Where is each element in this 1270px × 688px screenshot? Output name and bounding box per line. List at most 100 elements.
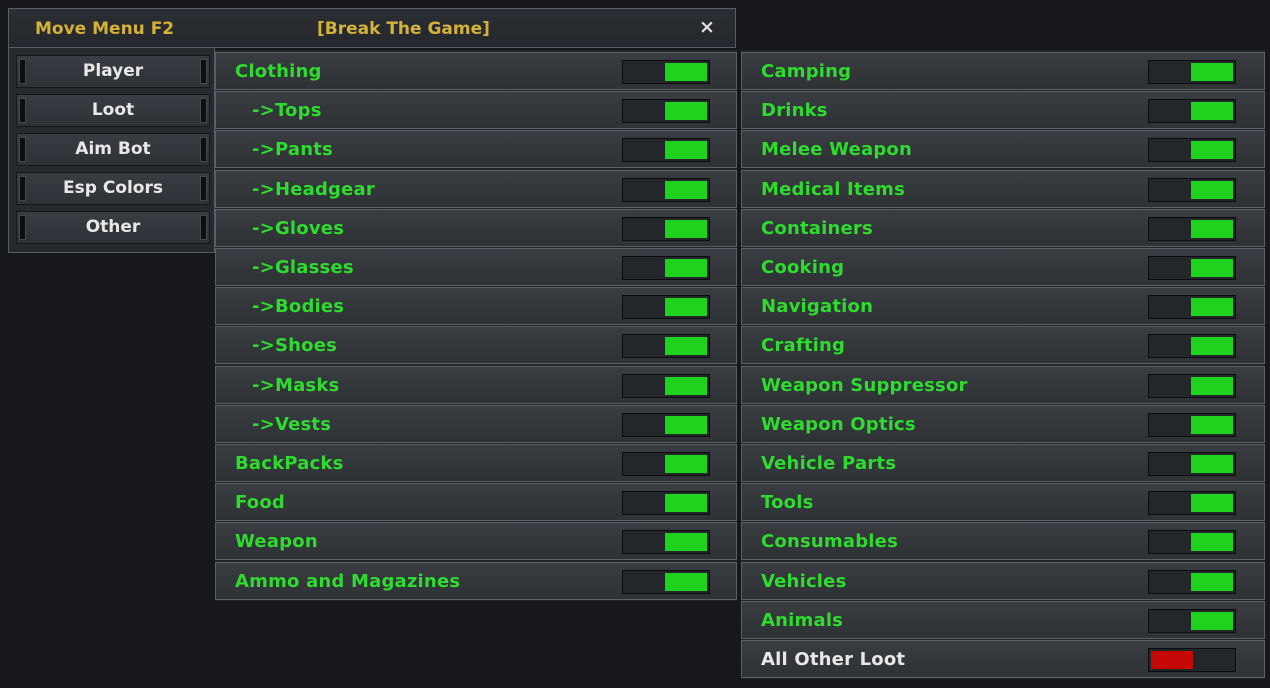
toggle-melee-weapon[interactable] [1148,138,1236,163]
loot-row-label: Crafting [761,335,846,357]
loot-row-label: Weapon Optics [761,413,916,435]
loot-row-label: Food [235,492,285,514]
toggle-knob [665,63,707,81]
toggle-gloves[interactable] [622,216,710,241]
toggle-knob [1191,141,1233,160]
loot-row-gloves: ->Gloves [215,208,737,247]
toggle-pants[interactable] [622,138,710,163]
toggle-containers[interactable] [1148,216,1236,241]
loot-row-bodies: ->Bodies [215,287,737,326]
toggle-crafting[interactable] [1148,334,1236,359]
toggle-knob [665,141,707,160]
loot-row-crafting: Crafting [741,326,1265,365]
toggle-knob [665,533,707,552]
toggle-medical-items[interactable] [1148,177,1236,202]
toggle-shoes[interactable] [622,334,710,359]
loot-row-label: Tools [761,492,814,514]
toggle-knob [1191,533,1233,552]
loot-row-tools: Tools [741,483,1265,522]
toggle-knob [1191,63,1233,81]
toggle-cooking[interactable] [1148,256,1236,280]
toggle-knob [665,415,707,434]
toggle-knob [665,219,707,238]
loot-row-label: Medical Items [761,178,906,200]
toggle-knob [1191,494,1233,513]
toggle-backpacks[interactable] [622,452,710,476]
toggle-clothing[interactable] [622,60,710,84]
close-icon[interactable]: × [699,16,715,38]
toggle-weapon[interactable] [622,530,710,555]
loot-row-label: BackPacks [235,453,344,474]
loot-row-food: Food [215,483,737,522]
toggle-masks[interactable] [622,373,710,398]
loot-row-medical-items: Medical Items [741,169,1265,208]
loot-row-drinks: Drinks [741,91,1265,130]
loot-row-label: ->Bodies [252,296,345,318]
loot-row-label: All Other Loot [761,649,906,670]
toggle-glasses[interactable] [622,256,710,280]
loot-row-tops: ->Tops [215,91,737,130]
loot-row-label: Weapon [235,531,318,553]
loot-row-label: Melee Weapon [761,139,913,161]
window-subtitle: [Break The Game] [317,19,490,39]
loot-row-label: ->Glasses [252,257,354,278]
toggle-vests[interactable] [622,412,710,437]
loot-row-all-other-loot: All Other Loot [741,640,1265,678]
loot-row-clothing: Clothing [215,52,737,90]
toggle-vehicle-parts[interactable] [1148,452,1236,476]
toggle-knob [665,455,707,473]
category-nav: Player Loot Aim Bot Esp Colors Other [8,48,215,253]
toggle-weapon-suppressor[interactable] [1148,373,1236,398]
loot-row-label: ->Vests [252,413,332,435]
toggle-headgear[interactable] [622,177,710,202]
toggle-navigation[interactable] [1148,295,1236,320]
loot-row-vehicle-parts: Vehicle Parts [741,444,1265,482]
toggle-food[interactable] [622,491,710,516]
loot-row-glasses: ->Glasses [215,248,737,286]
loot-row-label: Cooking [761,257,845,278]
loot-row-label: Containers [761,217,873,239]
loot-row-animals: Animals [741,600,1265,639]
toggle-knob [665,572,707,591]
loot-row-label: Camping [761,61,852,82]
loot-row-label: Vehicle Parts [761,453,897,474]
nav-other-button[interactable]: Other [16,211,210,244]
toggle-drinks[interactable] [1148,99,1236,124]
toggle-knob [665,180,707,199]
toggle-knob [665,259,707,277]
loot-row-vehicles: Vehicles [741,561,1265,600]
toggle-knob [665,494,707,513]
loot-row-label: Drinks [761,100,828,122]
toggle-weapon-optics[interactable] [1148,412,1236,437]
window-title: Move Menu F2 [35,19,175,39]
nav-esp-colors-button[interactable]: Esp Colors [16,172,210,205]
toggle-knob [1191,259,1233,277]
toggle-tops[interactable] [622,99,710,124]
loot-row-shoes: ->Shoes [215,326,737,365]
loot-row-ammo-and-magazines: Ammo and Magazines [215,561,737,600]
toggle-all-other-loot[interactable] [1148,648,1236,672]
toggle-bodies[interactable] [622,295,710,320]
toggle-knob [1191,337,1233,356]
nav-loot-button[interactable]: Loot [16,94,210,127]
toggle-tools[interactable] [1148,491,1236,516]
loot-row-label: ->Headgear [252,178,375,200]
toggle-ammo-and-magazines[interactable] [622,569,710,594]
toggle-knob [1191,611,1233,630]
toggle-vehicles[interactable] [1148,569,1236,594]
toggle-animals[interactable] [1148,608,1236,633]
loot-row-label: ->Masks [252,374,340,396]
loot-row-containers: Containers [741,208,1265,247]
toggle-knob [665,376,707,395]
toggle-consumables[interactable] [1148,530,1236,555]
nav-player-button[interactable]: Player [16,55,210,88]
toggle-camping[interactable] [1148,60,1236,84]
loot-row-headgear: ->Headgear [215,169,737,208]
loot-row-label: Vehicles [761,570,847,592]
nav-aim-bot-button[interactable]: Aim Bot [16,133,210,166]
title-bar[interactable]: Move Menu F2 [Break The Game] × [8,8,736,48]
loot-row-backpacks: BackPacks [215,444,737,482]
toggle-knob [1151,651,1193,669]
loot-row-label: ->Gloves [252,217,345,239]
toggle-knob [1191,102,1233,121]
